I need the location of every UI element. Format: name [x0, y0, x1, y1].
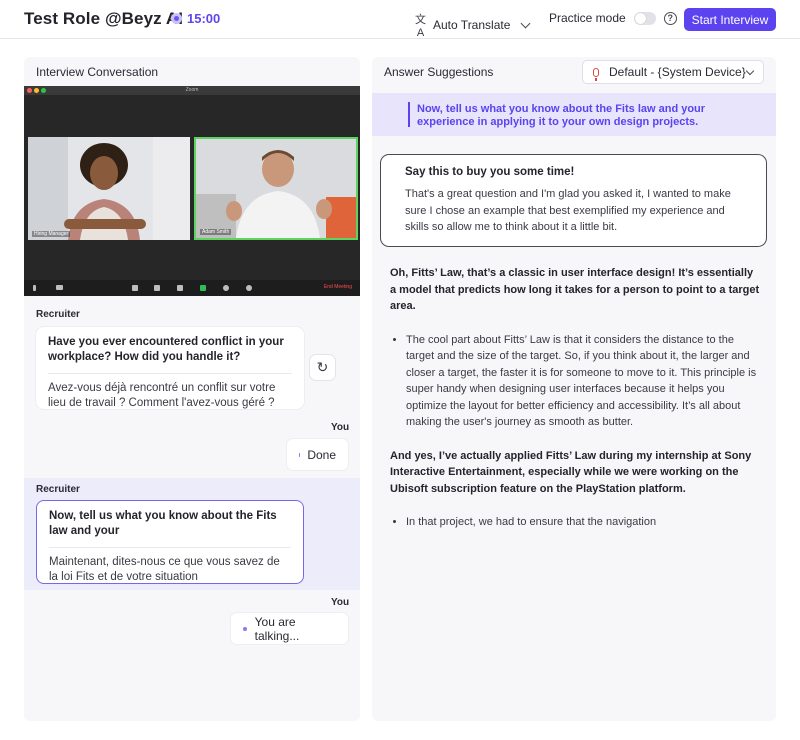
refresh-translation-button[interactable]: ↻	[310, 355, 335, 380]
auto-translate-dropdown[interactable]: 文A Auto Translate	[414, 11, 531, 39]
question-text: Have you ever encountered conflict in yo…	[48, 336, 284, 363]
end-meeting-button[interactable]: End Meeting	[324, 284, 352, 290]
start-interview-button[interactable]: Start Interview	[684, 8, 776, 31]
stall-phrase-card: Say this to buy you some time! That's a …	[380, 154, 767, 247]
panel-title: Interview Conversation	[36, 65, 159, 79]
speaker-label: Recruiter	[36, 309, 80, 320]
audio-device-select[interactable]: Default - {System Device}	[582, 60, 764, 84]
answer-bullets: In that project, we had to ensure that t…	[390, 514, 762, 531]
zoom-window-title: Zoom	[185, 87, 199, 93]
share-screen-icon[interactable]	[200, 285, 206, 291]
device-label: Default - {System Device}	[609, 65, 746, 79]
recruiter-message: Have you ever encountered conflict in yo…	[36, 327, 304, 409]
recruiter-message-active: Now, tell us what you know about the Fit…	[36, 500, 304, 584]
auto-translate-label: Auto Translate	[433, 18, 511, 32]
user-message-text: Done	[307, 447, 336, 462]
session-timer: 15:00	[171, 11, 220, 26]
record-icon[interactable]	[223, 285, 229, 291]
stall-title: Say this to buy you some time!	[405, 166, 575, 178]
translation-text: Avez-vous déjà rencontré un conflit sur …	[48, 382, 276, 409]
question-text: Now, tell us what you know about the Fit…	[49, 510, 277, 537]
participant-tile-adam-smith: Adam Smith	[194, 137, 358, 240]
chevron-down-icon	[745, 66, 755, 75]
person-avatar-icon	[196, 139, 356, 238]
speaker-label: Recruiter	[36, 484, 80, 495]
mute-icon[interactable]	[33, 285, 36, 291]
microphone-icon	[593, 67, 599, 81]
participant-tile-hiring-manager: Hiring Manager	[28, 137, 190, 240]
reactions-icon[interactable]	[246, 285, 252, 291]
translate-icon: 文A	[415, 14, 426, 39]
zoom-toolbar: End Meeting	[24, 280, 360, 296]
practice-mode-toggle[interactable]	[633, 11, 656, 25]
translation-text: Maintenant, dites-nous ce que vous savez…	[49, 556, 280, 583]
video-icon[interactable]	[56, 285, 63, 290]
answer-bullets: The cool part about Fitts’ Law is that i…	[390, 332, 762, 431]
divider	[49, 547, 291, 548]
interview-conversation-panel: Interview Conversation Zoom Hiring Manag…	[24, 57, 360, 721]
current-question: Now, tell us what you know about the Fit…	[372, 93, 776, 136]
user-message: You are talking...	[231, 613, 348, 644]
question-circle-icon[interactable]: ?	[663, 11, 677, 25]
recording-dot-icon	[171, 13, 182, 24]
top-bar: Test Role @Beyz AI 15:00 文A Auto Transla…	[0, 0, 800, 39]
practice-mode: Practice mode ?	[549, 11, 677, 25]
security-icon[interactable]	[132, 285, 138, 291]
status-dot-icon	[243, 626, 247, 631]
practice-mode-label: Practice mode	[549, 11, 626, 25]
timer-text: 15:00	[187, 11, 221, 26]
user-message-text: You are talking...	[254, 614, 300, 643]
current-question-text: Now, tell us what you know about the Fit…	[417, 103, 706, 128]
app-title: Test Role @Beyz AI	[24, 9, 184, 28]
zoom-title-bar: Zoom	[24, 86, 360, 95]
chat-icon[interactable]	[177, 285, 183, 291]
participant-name-right: Adam Smith	[200, 229, 232, 235]
user-message: Done	[287, 439, 348, 470]
answer-paragraph: Oh, Fitts’ Law, that’s a classic in user…	[390, 267, 760, 312]
suggested-answer: Oh, Fitts’ Law, that’s a classic in user…	[390, 265, 762, 531]
answer-bullet: The cool part about Fitts’ Law is that i…	[406, 332, 762, 431]
participant-name-left: Hiring Manager	[32, 231, 71, 237]
answer-suggestions-panel: Answer Suggestions Default - {System Dev…	[372, 57, 776, 721]
quote-bar	[408, 102, 410, 127]
speaker-label: You	[331, 422, 350, 433]
refresh-icon: ↻	[316, 359, 329, 375]
answer-paragraph: And yes, I’ve actually applied Fitts’ La…	[390, 449, 752, 495]
participants-icon[interactable]	[154, 285, 160, 291]
zoom-video-preview: Zoom Hiring Manager Adam Smith End Meeti…	[24, 86, 360, 296]
answer-bullet: In that project, we had to ensure that t…	[406, 514, 762, 531]
person-avatar-icon	[28, 137, 190, 240]
divider	[48, 373, 292, 374]
chevron-down-icon	[520, 18, 531, 28]
stall-body: That's a great question and I'm glad you…	[405, 188, 731, 233]
speaker-label: You	[331, 597, 350, 608]
